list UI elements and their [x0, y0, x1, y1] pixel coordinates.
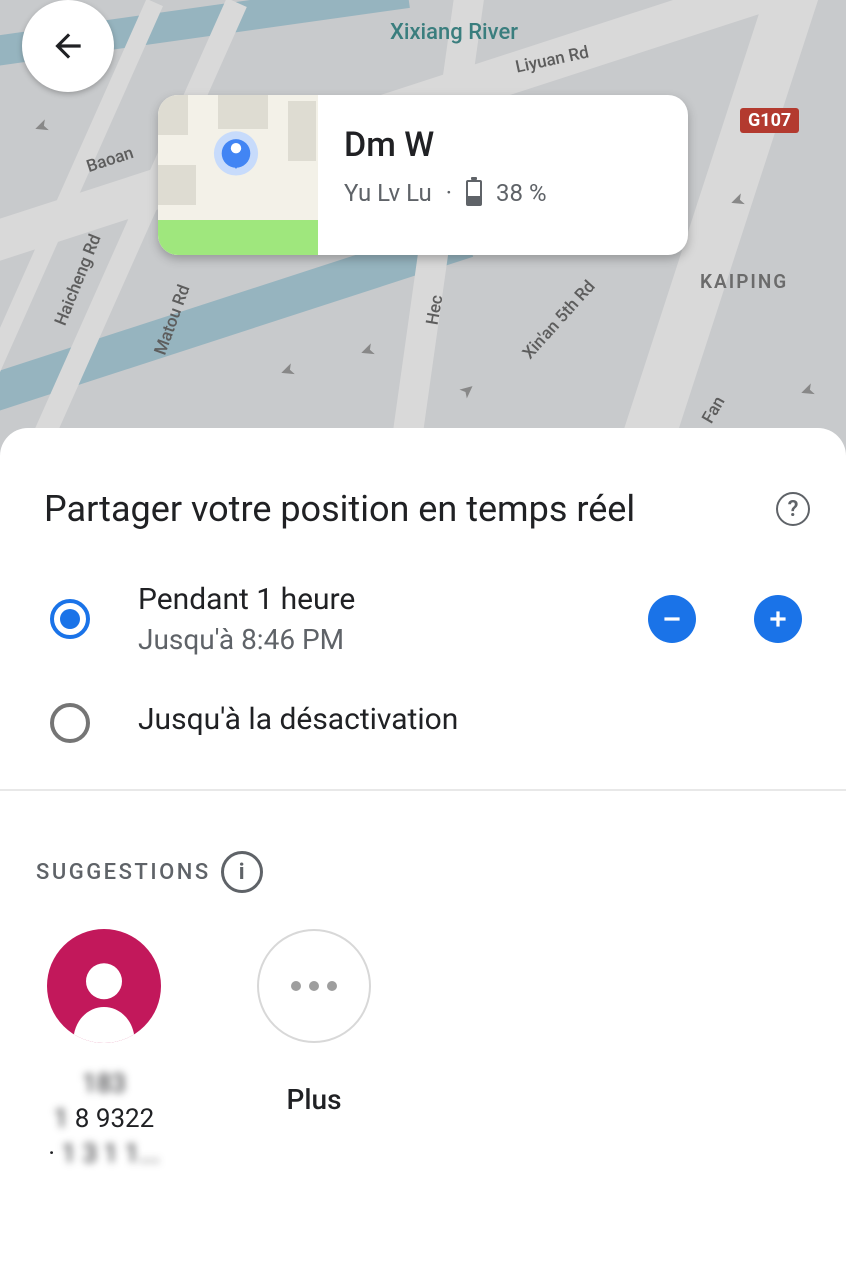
radio-unselected-icon[interactable]: [50, 703, 90, 743]
bottom-sheet: Partager votre position en temps réel ? …: [0, 428, 846, 1172]
minus-icon: [659, 606, 685, 632]
increase-time-button[interactable]: [754, 595, 802, 643]
district-label: KAIPING: [700, 270, 788, 293]
suggestions-label: SUGGESTIONS: [36, 860, 211, 885]
radio-selected-icon[interactable]: [50, 599, 90, 639]
battery-percent: 38 %: [496, 179, 547, 207]
sheet-title: Partager votre position en temps réel: [44, 488, 635, 530]
info-icon[interactable]: i: [221, 851, 263, 893]
help-icon[interactable]: ?: [776, 492, 810, 526]
river-label: Xixiang River: [390, 20, 518, 45]
highway-shield: G107: [740, 108, 799, 133]
option1-title: Pendant 1 heure: [138, 582, 648, 617]
option1-subtitle: Jusqu'à 8:46 PM: [138, 623, 648, 656]
divider: [0, 789, 846, 791]
card-map-thumbnail: [158, 95, 318, 255]
contact-name: Dm W: [344, 125, 664, 165]
plus-icon: [765, 606, 791, 632]
battery-icon: [466, 180, 482, 206]
contact-number-line2: 1 8 9322: [54, 1104, 155, 1134]
contact-location: Yu Lv Lu: [344, 179, 432, 207]
more-circle-icon: [257, 929, 371, 1043]
option-1-hour[interactable]: Pendant 1 heure Jusqu'à 8:46 PM: [0, 582, 846, 656]
contact-number-line3: · 1 3 1 1...: [48, 1139, 160, 1169]
option2-title: Jusqu'à la désactivation: [138, 702, 802, 737]
suggestion-contact[interactable]: 183 1 8 9322 · 1 3 1 1...: [44, 929, 164, 1172]
decrease-time-button[interactable]: [648, 595, 696, 643]
ellipsis-icon: [291, 981, 337, 991]
more-button[interactable]: Plus: [254, 929, 374, 1172]
option-until-off[interactable]: Jusqu'à la désactivation: [0, 702, 846, 743]
more-label: Plus: [254, 1083, 374, 1116]
avatar-icon: [47, 929, 161, 1043]
separator-dot: ·: [446, 179, 452, 207]
back-button[interactable]: [22, 0, 114, 92]
contact-number-line1: 183: [82, 1069, 126, 1099]
arrow-left-icon: [49, 27, 87, 65]
location-pin-icon: [210, 130, 262, 182]
map-background[interactable]: Xixiang River Liyuan Rd Baoan Haicheng R…: [0, 0, 846, 460]
location-info-card[interactable]: Dm W Yu Lv Lu · 38 %: [158, 95, 688, 255]
